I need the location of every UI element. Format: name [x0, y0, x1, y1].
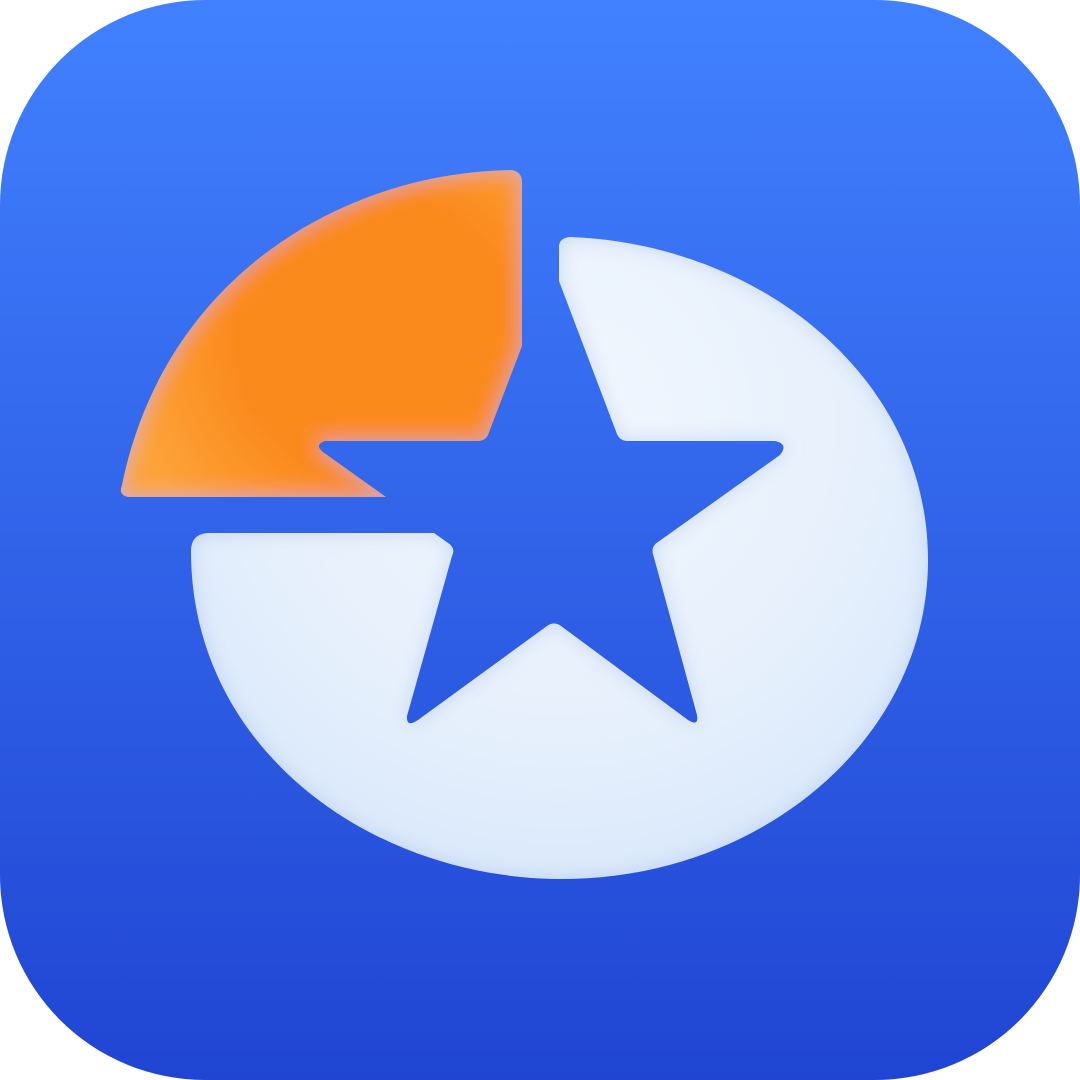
star-pie-icon: [0, 0, 1080, 1080]
app-icon[interactable]: [0, 0, 1080, 1080]
